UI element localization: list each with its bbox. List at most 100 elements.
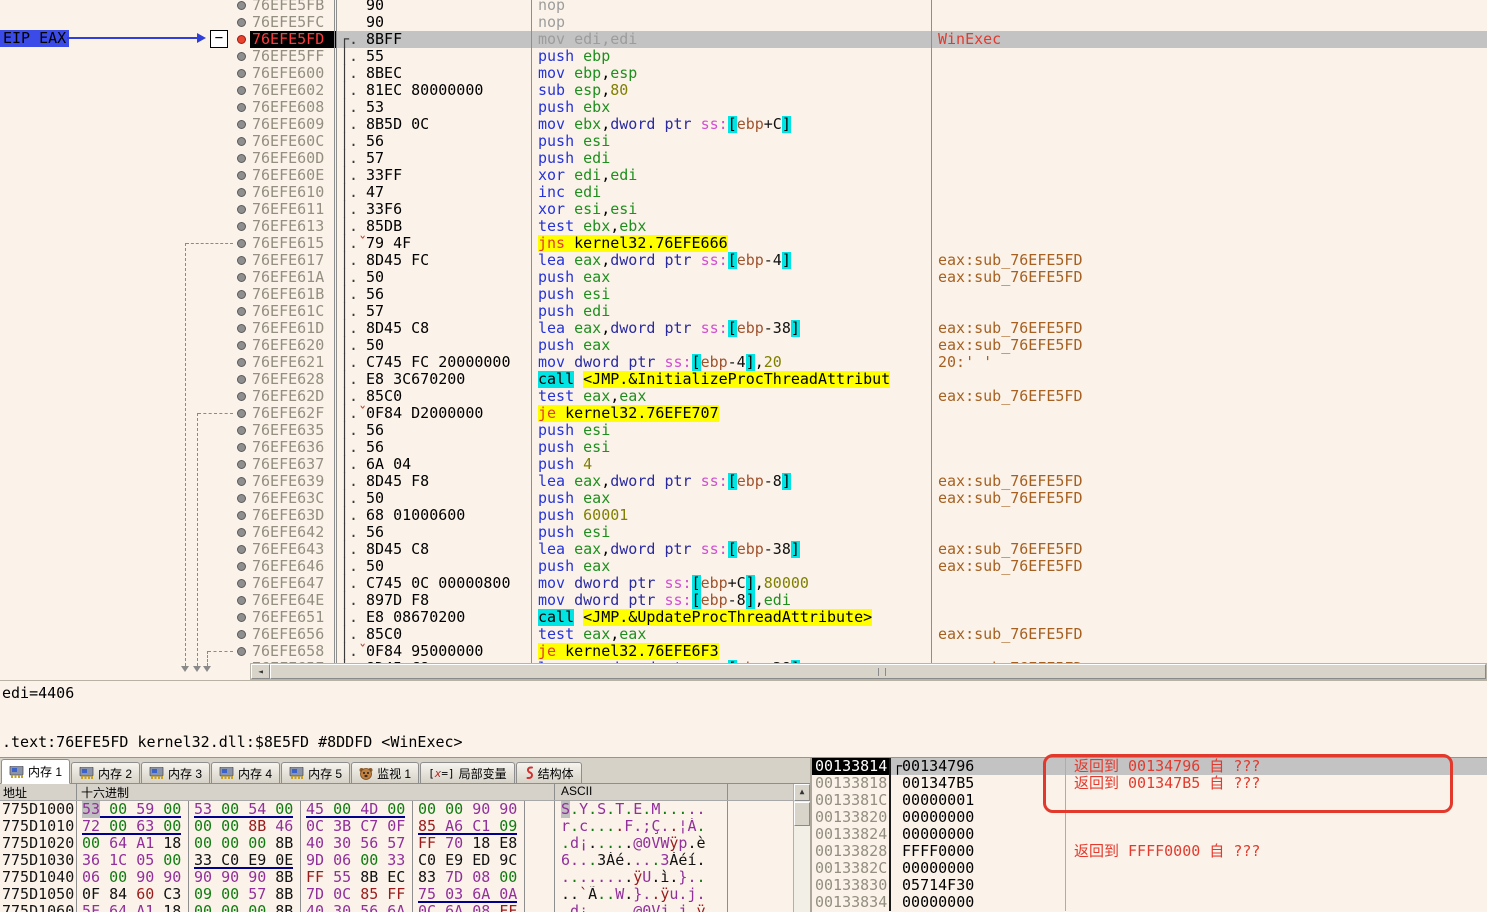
disasm-row[interactable]: 76EFE621│.C745 FC 20000000mov dword ptr … bbox=[236, 354, 1487, 371]
tab-memory[interactable]: 内存 2 bbox=[71, 762, 140, 783]
disasm-row[interactable]: 76EFE62F│.ˇ0F84 D2000000je kernel32.76EF… bbox=[236, 405, 1487, 422]
tab-watch[interactable]: 监视 1 bbox=[351, 762, 419, 783]
disasm-row[interactable]: 76EFE613│.85DBtest ebx,ebx bbox=[236, 218, 1487, 235]
breakpoint-dot[interactable] bbox=[236, 439, 250, 456]
dump-row[interactable]: 775D103036 1C 05 0033 C0 E9 0E9D 06 00 3… bbox=[0, 852, 810, 869]
disasm-row[interactable]: 76EFE615│.ˇ79 4Fjns kernel32.76EFE666 bbox=[236, 235, 1487, 252]
disasm-row[interactable]: 76EFE647│.C745 0C 00000800mov dword ptr … bbox=[236, 575, 1487, 592]
disasm-row[interactable]: 76EFE639│.8D45 F8lea eax,dword ptr ss:[e… bbox=[236, 473, 1487, 490]
disasm-row[interactable]: 76EFE5FC90nop bbox=[236, 14, 1487, 31]
breakpoint-dot[interactable] bbox=[236, 286, 250, 303]
disasm-row[interactable]: 76EFE64E│.897D F8mov dword ptr ss:[ebp-8… bbox=[236, 592, 1487, 609]
disasm-row[interactable]: 76EFE646│.50push eaxeax:sub_76EFE5FD bbox=[236, 558, 1487, 575]
breakpoint-dot[interactable] bbox=[236, 405, 250, 422]
stack-row[interactable]: 00133830 05714F30 bbox=[812, 877, 1487, 894]
breakpoint-dot[interactable] bbox=[236, 116, 250, 133]
disasm-row[interactable]: 76EFE600│.8BECmov ebp,esp bbox=[236, 65, 1487, 82]
disasm-row[interactable]: 76EFE656│.85C0test eax,eaxeax:sub_76EFE5… bbox=[236, 626, 1487, 643]
stack-row[interactable]: 00133818 001347B5返回到 001347B5 自 ??? bbox=[812, 775, 1487, 792]
breakpoint-dot[interactable] bbox=[236, 269, 250, 286]
breakpoint-dot[interactable] bbox=[236, 524, 250, 541]
disasm-row[interactable]: 76EFE651│.E8 08670200call <JMP.&UpdatePr… bbox=[236, 609, 1487, 626]
breakpoint-dot[interactable] bbox=[236, 626, 250, 643]
tab-memory[interactable]: 内存 3 bbox=[141, 762, 210, 783]
dump-row[interactable]: 775D10605F 64 A1 1800 00 00 8B40 30 56 6… bbox=[0, 903, 810, 912]
disasm-row[interactable]: 76EFE610│.47inc edi bbox=[236, 184, 1487, 201]
breakpoint-dot[interactable] bbox=[236, 184, 250, 201]
disasm-row[interactable]: 76EFE628│.E8 3C670200call <JMP.&Initiali… bbox=[236, 371, 1487, 388]
tab-memory[interactable]: 内存 4 bbox=[211, 762, 280, 783]
breakpoint-dot[interactable] bbox=[236, 558, 250, 575]
breakpoint-dot[interactable] bbox=[236, 82, 250, 99]
tab-struct[interactable]: 结构体 bbox=[516, 762, 582, 783]
breakpoint-dot[interactable] bbox=[236, 65, 250, 82]
stack-row[interactable]: 00133834 00000000 bbox=[812, 894, 1487, 911]
disasm-row[interactable]: 76EFE636│.56push esi bbox=[236, 439, 1487, 456]
breakpoint-dot[interactable] bbox=[236, 48, 250, 65]
disasm-row[interactable]: 76EFE61C│.57push edi bbox=[236, 303, 1487, 320]
breakpoint-dot[interactable] bbox=[236, 150, 250, 167]
disasm-row[interactable]: 76EFE637│.6A 04push 4 bbox=[236, 456, 1487, 473]
disasm-horizontal-scrollbar[interactable]: ◄ bbox=[250, 663, 1487, 680]
scroll-up-button[interactable]: ▲ bbox=[794, 784, 810, 801]
disasm-row[interactable]: 76EFE617│.8D45 FClea eax,dword ptr ss:[e… bbox=[236, 252, 1487, 269]
disasm-row[interactable]: 76EFE643│.8D45 C8lea eax,dword ptr ss:[e… bbox=[236, 541, 1487, 558]
tab-memory-active[interactable]: 内存 1 bbox=[1, 759, 70, 784]
breakpoint-dot[interactable] bbox=[236, 643, 250, 660]
disasm-row[interactable]: 76EFE60D│.57push edi bbox=[236, 150, 1487, 167]
breakpoint-dot[interactable] bbox=[236, 541, 250, 558]
stack-row[interactable]: 00133814┌00134796返回到 00134796 自 ??? bbox=[812, 758, 1487, 775]
disasm-row[interactable]: 76EFE60C│.56push esi bbox=[236, 133, 1487, 150]
scroll-left-button[interactable]: ◄ bbox=[251, 664, 270, 679]
breakpoint-dot[interactable] bbox=[236, 252, 250, 269]
breakpoint-dot[interactable] bbox=[236, 0, 250, 14]
breakpoint-dot[interactable] bbox=[236, 660, 250, 663]
scrollbar-thumb[interactable] bbox=[794, 802, 810, 826]
breakpoint-dot[interactable] bbox=[236, 201, 250, 218]
breakpoint-dot[interactable] bbox=[236, 473, 250, 490]
breakpoint-dot[interactable] bbox=[236, 167, 250, 184]
dump-row[interactable]: 775D101072 00 63 0000 00 8B 460C 3B C7 0… bbox=[0, 818, 810, 835]
breakpoint-dot[interactable] bbox=[236, 592, 250, 609]
breakpoint-dot[interactable] bbox=[236, 575, 250, 592]
disasm-row[interactable]: 76EFE60E│.33FFxor edi,edi bbox=[236, 167, 1487, 184]
stack-row[interactable]: 00133820 00000000 bbox=[812, 809, 1487, 826]
breakpoint-dot[interactable] bbox=[236, 507, 250, 524]
breakpoint-dot[interactable] bbox=[236, 422, 250, 439]
tab-locals[interactable]: [x=]局部变量 bbox=[420, 762, 515, 783]
disasm-row[interactable]: 76EFE5FD┌.8BFFmov edi,ediWinExec bbox=[236, 31, 1487, 48]
breakpoint-dot[interactable] bbox=[236, 303, 250, 320]
disasm-row[interactable]: 76EFE63C│.50push eaxeax:sub_76EFE5FD bbox=[236, 490, 1487, 507]
breakpoint-dot[interactable] bbox=[236, 490, 250, 507]
stack-row[interactable]: 0013381C 00000001 bbox=[812, 792, 1487, 809]
breakpoint-dot[interactable] bbox=[236, 354, 250, 371]
function-collapse-toggle[interactable]: − bbox=[210, 30, 228, 48]
breakpoint-dot[interactable] bbox=[236, 235, 250, 252]
breakpoint-dot[interactable] bbox=[236, 320, 250, 337]
breakpoint-dot[interactable] bbox=[236, 337, 250, 354]
breakpoint-dot[interactable] bbox=[236, 609, 250, 626]
disasm-row[interactable]: 76EFE620│.50push eaxeax:sub_76EFE5FD bbox=[236, 337, 1487, 354]
breakpoint-dot[interactable] bbox=[236, 14, 250, 31]
disasm-row[interactable]: 76EFE62D│.85C0test eax,eaxeax:sub_76EFE5… bbox=[236, 388, 1487, 405]
disasm-row[interactable]: 76EFE642│.56push esi bbox=[236, 524, 1487, 541]
stack-row[interactable]: 00133824 00000000 bbox=[812, 826, 1487, 843]
disasm-row[interactable]: 76EFE5FB90nop bbox=[236, 0, 1487, 14]
disasm-row[interactable]: 76EFE635│.56push esi bbox=[236, 422, 1487, 439]
disasm-row[interactable]: 76EFE5FF│.55push ebp bbox=[236, 48, 1487, 65]
dump-row[interactable]: 775D102000 64 A1 1800 00 00 8B40 30 56 5… bbox=[0, 835, 810, 852]
breakpoint-dot[interactable] bbox=[236, 371, 250, 388]
breakpoint-dot[interactable] bbox=[236, 388, 250, 405]
disasm-row[interactable]: 76EFE63D│.68 01000600push 60001 bbox=[236, 507, 1487, 524]
dump-row[interactable]: 775D100053 00 59 0053 00 54 0045 00 4D 0… bbox=[0, 801, 810, 818]
stack-row[interactable]: 0013382C 00000000 bbox=[812, 860, 1487, 877]
disasm-row[interactable]: 76EFE609│.8B5D 0Cmov ebx,dword ptr ss:[e… bbox=[236, 116, 1487, 133]
stack-row[interactable]: 00133828 FFFF0000返回到 FFFF0000 自 ??? bbox=[812, 843, 1487, 860]
disasm-row[interactable]: 76EFE61D│.8D45 C8lea eax,dword ptr ss:[e… bbox=[236, 320, 1487, 337]
tab-memory[interactable]: 内存 5 bbox=[281, 762, 350, 783]
disasm-row[interactable]: 76EFE61A│.50push eaxeax:sub_76EFE5FD bbox=[236, 269, 1487, 286]
disasm-row[interactable]: 76EFE608│.53push ebx bbox=[236, 99, 1487, 116]
breakpoint-dot[interactable] bbox=[236, 133, 250, 150]
dump-vertical-scrollbar[interactable]: ▲ bbox=[793, 784, 810, 912]
disasm-row[interactable]: 76EFE61B│.56push esi bbox=[236, 286, 1487, 303]
